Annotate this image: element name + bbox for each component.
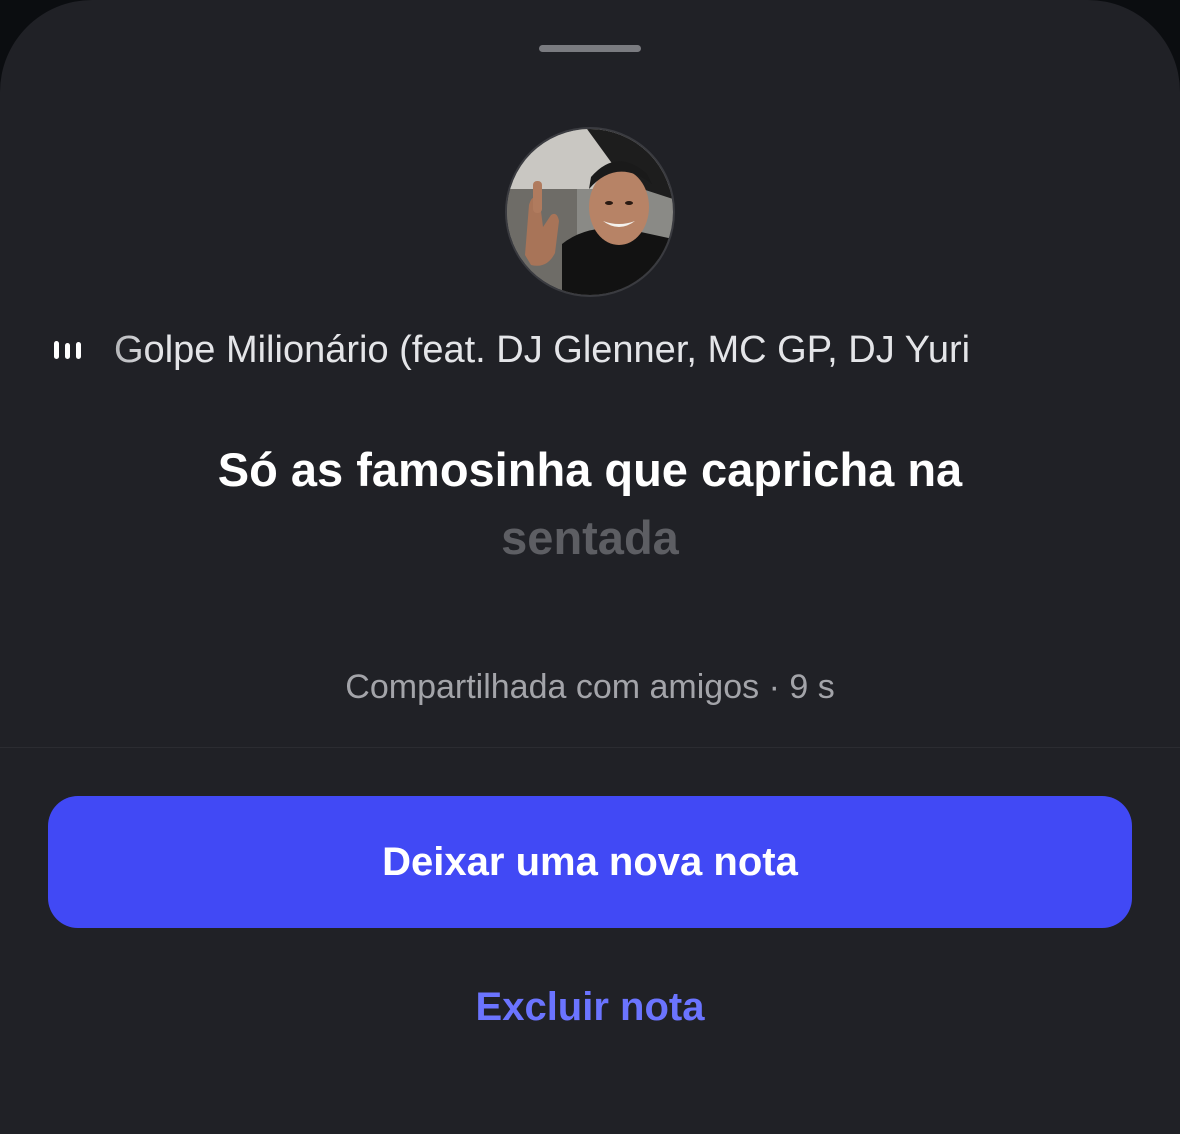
delete-note-button[interactable]: Excluir nota bbox=[390, 975, 790, 1039]
avatar-photo bbox=[507, 129, 673, 295]
lyric-next-line: sentada bbox=[501, 511, 679, 564]
song-title: Golpe Milionário (feat. DJ Glenner, MC G… bbox=[114, 328, 971, 371]
share-status-timestamp: Compartilhada com amigos · 9 s bbox=[345, 668, 835, 706]
now-playing-song[interactable]: Golpe Milionário (feat. DJ Glenner, MC G… bbox=[52, 322, 1122, 378]
sheet-grabber[interactable] bbox=[539, 45, 641, 52]
avatar bbox=[505, 127, 675, 297]
lyric-current-line: Só as famosinha que capricha na bbox=[217, 443, 963, 496]
audio-bars-icon bbox=[54, 341, 81, 359]
divider bbox=[0, 747, 1180, 748]
note-bottom-sheet: Golpe Milionário (feat. DJ Glenner, MC G… bbox=[0, 0, 1180, 1134]
leave-new-note-button[interactable]: Deixar uma nova nota bbox=[48, 796, 1132, 928]
